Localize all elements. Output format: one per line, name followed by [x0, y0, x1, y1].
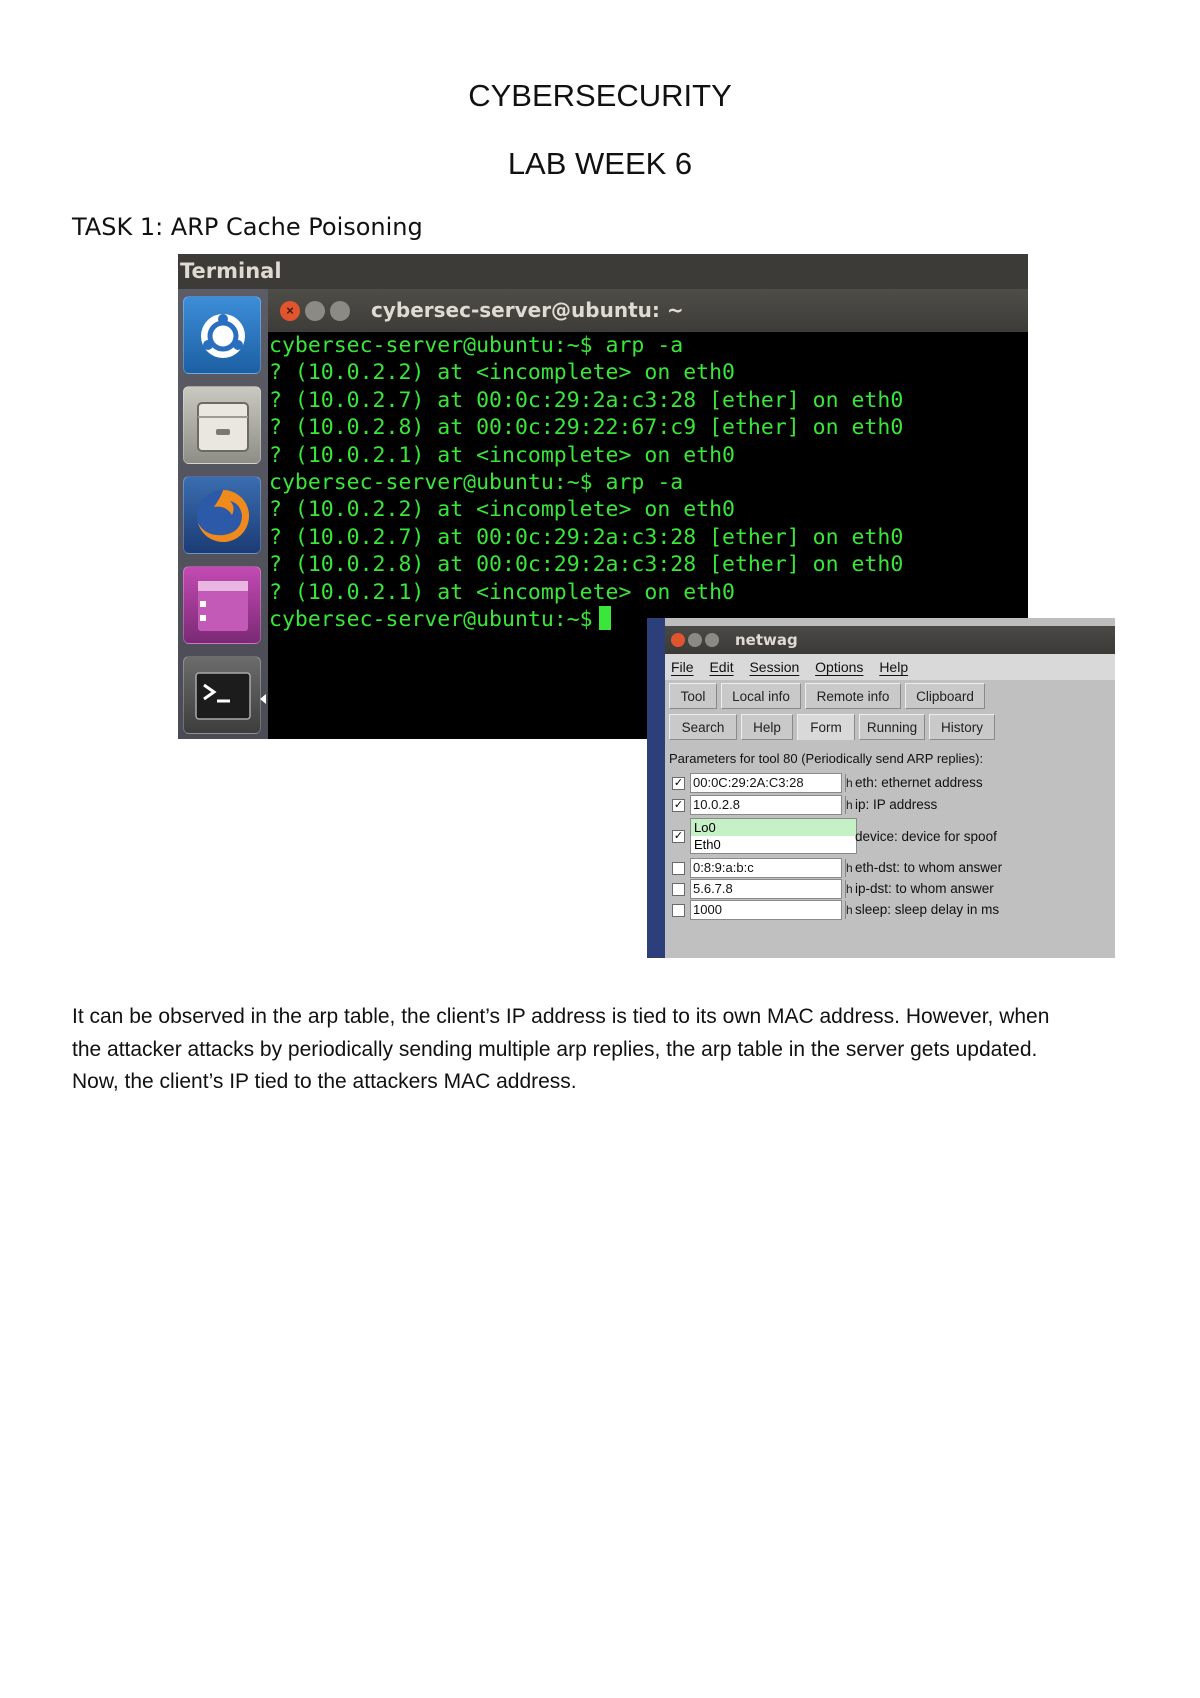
ip-address-field[interactable]: 10.0.2.8	[690, 795, 842, 815]
device-listbox[interactable]: Lo0 Eth0	[690, 818, 857, 854]
active-indicator-icon	[260, 694, 266, 704]
sleep-help-button[interactable]: h	[845, 901, 854, 919]
tab-tool[interactable]: Tool	[669, 683, 717, 709]
menu-edit[interactable]: Edit	[709, 654, 733, 680]
task-heading: TASK 1: ARP Cache Poisoning	[72, 213, 423, 241]
device-option[interactable]: Eth0	[691, 836, 856, 853]
tab-search[interactable]: Search	[669, 714, 737, 740]
maximize-button[interactable]	[330, 301, 350, 321]
terminal-line: ? (10.0.2.8) at 00:0c:29:2a:c3:28 [ether…	[269, 552, 904, 578]
sub-tab-row: Search Help Form Running History	[665, 713, 1115, 741]
terminal-titlebar: × cybersec-server@ubuntu: ~	[268, 289, 1028, 332]
document-title: CYBERSECURITY	[468, 78, 732, 113]
sleep-description: sleep: sleep delay in ms	[855, 902, 1000, 917]
terminal-line: ? (10.0.2.1) at <incomplete> on eth0	[269, 579, 735, 605]
eth-description: eth: ethernet address	[855, 775, 983, 790]
terminal-window-title: cybersec-server@ubuntu: ~	[371, 298, 684, 322]
menu-file[interactable]: File	[671, 654, 694, 680]
ip-description: ip: IP address	[855, 797, 938, 812]
ip-dst-checkbox[interactable]	[672, 883, 685, 896]
terminal-line: cybersec-server@ubuntu:~$ arp -a	[269, 333, 684, 358]
close-button[interactable]: ×	[280, 301, 300, 321]
tab-clipboard[interactable]: Clipboard	[905, 683, 985, 709]
terminal-prompt: cybersec-server@ubuntu:~$	[269, 606, 593, 632]
ip-dst-help-button[interactable]: h	[845, 880, 854, 898]
tab-remote-info[interactable]: Remote info	[805, 683, 901, 709]
netwag-window-title: netwag	[735, 631, 798, 649]
terminal-line: ? (10.0.2.1) at <incomplete> on eth0	[269, 442, 735, 468]
sleep-field[interactable]: 1000 ⇕	[690, 900, 842, 920]
device-checkbox[interactable]: ✓	[672, 830, 685, 843]
desktop-background	[647, 618, 665, 958]
ip-dst-field[interactable]: 5.6.7.8	[690, 879, 842, 899]
tab-history[interactable]: History	[929, 714, 995, 740]
netwag-screenshot: netwag File Edit Session Options Help To…	[647, 618, 1115, 958]
param-row-sleep: 1000 ⇕ h sleep: sleep delay in ms	[665, 900, 1115, 921]
tab-help[interactable]: Help	[741, 714, 793, 740]
menu-help[interactable]: Help	[879, 654, 908, 680]
menu-options[interactable]: Options	[815, 654, 863, 680]
terminal-line: ? (10.0.2.2) at <incomplete> on eth0	[269, 497, 735, 523]
ip-checkbox[interactable]: ✓	[672, 799, 685, 812]
netwag-titlebar: netwag	[665, 626, 1115, 654]
close-icon: ×	[286, 303, 294, 318]
param-row-ip-dst: 5.6.7.8 h ip-dst: to whom answer	[665, 879, 1115, 900]
eth-checkbox[interactable]: ✓	[672, 777, 685, 790]
device-description: device: device for spoof	[855, 829, 997, 844]
param-row-device: ✓ Lo0 Eth0 device: device for spoof	[665, 818, 1115, 856]
eth-address-field[interactable]: 00:0C:29:2A:C3:28	[690, 773, 842, 793]
terminal-top-bar: Terminal	[178, 254, 1028, 289]
minimize-button[interactable]	[688, 633, 702, 647]
unity-launcher	[178, 289, 268, 739]
terminal-line: ? (10.0.2.7) at 00:0c:29:2a:c3:28 [ether…	[269, 387, 904, 413]
terminal-line: cybersec-server@ubuntu:~$ arp -a	[269, 469, 684, 495]
close-button[interactable]	[671, 633, 685, 647]
minimize-button[interactable]	[305, 301, 325, 321]
sleep-checkbox[interactable]	[672, 904, 685, 917]
explanation-paragraph: It can be observed in the arp table, the…	[72, 1001, 1132, 1099]
netwag-window: netwag File Edit Session Options Help To…	[665, 626, 1115, 958]
eth-dst-help-button[interactable]: h	[845, 859, 854, 877]
eth-dst-checkbox[interactable]	[672, 862, 685, 875]
terminal-icon[interactable]	[183, 656, 261, 734]
maximize-button[interactable]	[705, 633, 719, 647]
eth-help-button[interactable]: h	[845, 774, 854, 792]
tab-form[interactable]: Form	[797, 714, 855, 740]
document-subtitle: LAB WEEK 6	[507, 146, 693, 181]
menu-bar: File Edit Session Options Help	[665, 654, 1115, 680]
param-row-eth-dst: 0:8:9:a:b:c h eth-dst: to whom answer	[665, 858, 1115, 879]
paragraph-line: It can be observed in the arp table, the…	[72, 1005, 1050, 1028]
ubuntu-dash-icon[interactable]	[183, 296, 261, 374]
params-label: Parameters for tool 80 (Periodically sen…	[669, 751, 984, 766]
eth-dst-description: eth-dst: to whom answer	[855, 860, 1003, 875]
paragraph-line: the attacker attacks by periodically sen…	[72, 1037, 1038, 1061]
terminal-line: ? (10.0.2.7) at 00:0c:29:2a:c3:28 [ether…	[269, 524, 904, 550]
terminal-line: ? (10.0.2.8) at 00:0c:29:22:67:c9 [ether…	[269, 415, 904, 441]
device-option[interactable]: Lo0	[691, 819, 856, 836]
firefox-icon[interactable]	[183, 476, 261, 554]
param-row-ip: ✓ 10.0.2.8 h ip: IP address	[665, 795, 1115, 816]
ip-dst-description: ip-dst: to whom answer	[855, 881, 994, 896]
param-row-eth: ✓ 00:0C:29:2A:C3:28 h eth: ethernet addr…	[665, 773, 1115, 794]
tab-local-info[interactable]: Local info	[721, 683, 801, 709]
terminal-line: ? (10.0.2.2) at <incomplete> on eth0	[269, 360, 735, 386]
app-icon[interactable]	[183, 566, 261, 644]
tab-running[interactable]: Running	[859, 714, 925, 740]
main-tab-row: Tool Local info Remote info Clipboard	[665, 682, 1115, 710]
paragraph-line: Now, the client’s IP tied to the attacke…	[72, 1070, 577, 1093]
menu-session[interactable]: Session	[749, 654, 799, 680]
eth-dst-field[interactable]: 0:8:9:a:b:c	[690, 858, 842, 878]
terminal-cursor	[598, 605, 611, 630]
files-icon[interactable]	[183, 386, 261, 464]
sleep-value: 1000	[693, 902, 722, 917]
ip-help-button[interactable]: h	[845, 796, 854, 814]
